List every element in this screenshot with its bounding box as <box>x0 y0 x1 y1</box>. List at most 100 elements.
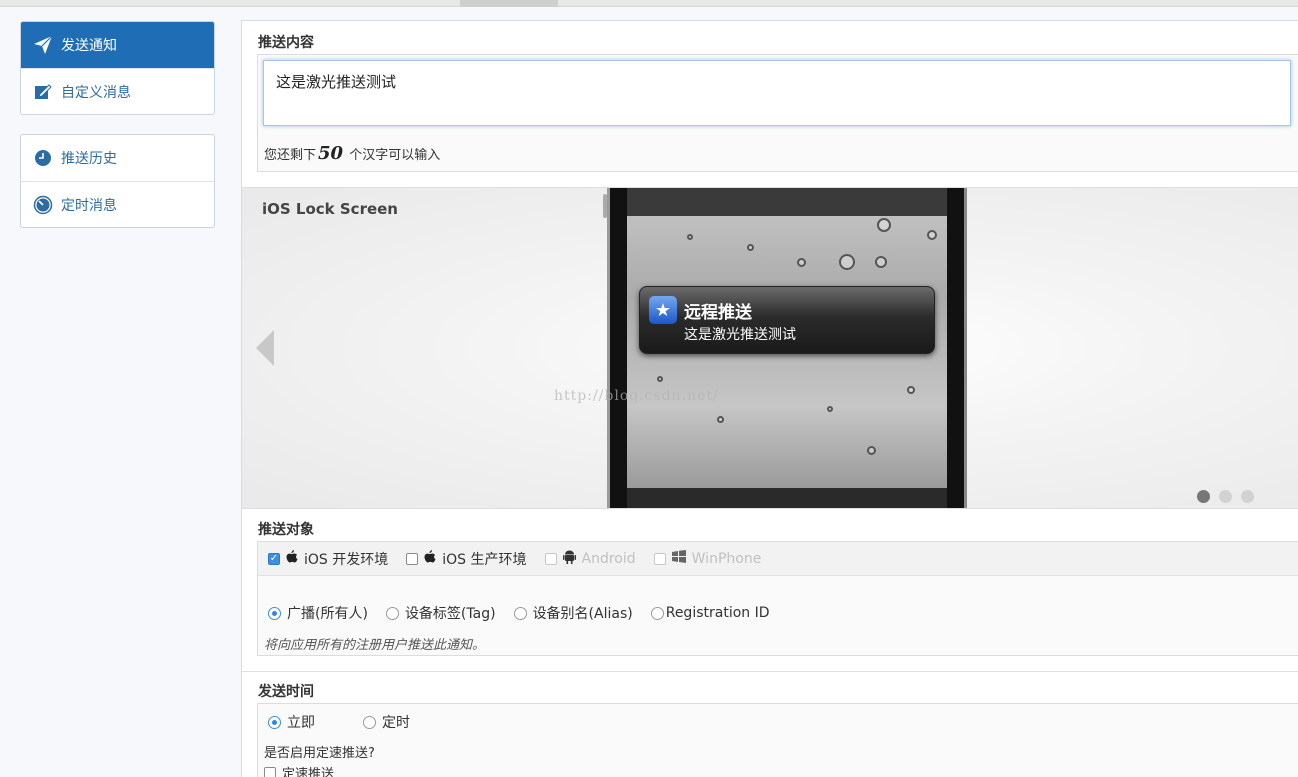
paper-plane-icon <box>33 35 53 55</box>
time-box: 立即 定时 是否启用定速推送? 定速推送 <box>257 703 1298 777</box>
audience-broadcast[interactable]: 广播(所有人) <box>268 603 368 623</box>
watermark-text: http://blog.csdn.net/ <box>554 388 719 404</box>
radio-label: 设备标签(Tag) <box>404 606 496 622</box>
page-dot-2[interactable] <box>1219 490 1232 503</box>
android-icon <box>562 550 576 568</box>
content-box: 这是激光推送测试 您还剩下 50 个汉字可以输入 <box>257 54 1298 172</box>
water-drop <box>827 406 833 412</box>
ios-dev-checkbox[interactable]: ✓ <box>268 552 280 565</box>
page-dot-3[interactable] <box>1241 490 1254 503</box>
speed-push-checkbox[interactable] <box>264 766 276 777</box>
section-divider <box>242 671 1298 672</box>
audience-radio-group: 广播(所有人) 设备标签(Tag) 设备别名(Alias) Registrati… <box>268 603 788 623</box>
speed-push-label: 定速推送 <box>282 767 335 777</box>
main-panel: 推送内容 这是激光推送测试 您还剩下 50 个汉字可以输入 iOS Lock Sc… <box>241 20 1298 777</box>
remaining-chars-text: 您还剩下 50 个汉字可以输入 <box>264 143 440 164</box>
platform-label: iOS 生产环境 <box>442 551 527 568</box>
prev-arrow-icon[interactable] <box>256 330 274 366</box>
phone-side-button <box>603 194 607 218</box>
radio-button[interactable] <box>650 606 664 620</box>
platform-winphone[interactable]: WinPhone <box>653 550 762 567</box>
time-section-title: 发送时间 <box>258 684 314 700</box>
water-drop <box>877 218 891 232</box>
remain-suffix: 个汉字可以输入 <box>349 148 441 163</box>
platform-android[interactable]: Android <box>544 550 636 568</box>
sidebar-item-label: 发送通知 <box>61 38 117 54</box>
preview-label: iOS Lock Screen <box>262 200 398 218</box>
timer-icon <box>33 195 53 215</box>
sidebar-group-history: 推送历史 定时消息 <box>20 134 215 228</box>
radio-label: 广播(所有人) <box>287 606 368 622</box>
notification-body: 这是激光推送测试 <box>684 327 796 343</box>
send-now-option[interactable]: 立即 <box>268 712 315 732</box>
radio-label: 定时 <box>382 715 410 731</box>
remain-prefix: 您还剩下 <box>264 148 317 163</box>
screen-bottom-bar <box>627 488 947 508</box>
audience-alias[interactable]: 设备别名(Alias) <box>513 603 633 623</box>
audience-registration-id[interactable]: Registration ID <box>650 605 770 621</box>
clock-icon <box>33 148 53 168</box>
sidebar-item-label: 定时消息 <box>61 197 117 214</box>
remain-count: 50 <box>318 143 344 164</box>
radio-button[interactable] <box>268 606 281 620</box>
audience-hint: 将向应用所有的注册用户推送此通知。 <box>264 638 486 653</box>
star-app-icon: ★ <box>649 296 677 324</box>
screen-top-bar <box>627 188 947 216</box>
top-bar-tab[interactable] <box>460 0 558 7</box>
target-section-title: 推送对象 <box>258 522 314 538</box>
ios-preview: iOS Lock Screen ★ 远程推送 这是激光推送测试 http://b… <box>242 187 1298 509</box>
push-notification: ★ 远程推送 这是激光推送测试 <box>639 286 935 354</box>
radio-button[interactable] <box>385 606 399 620</box>
radio-label: 设备别名(Alias) <box>532 606 633 622</box>
radio-button[interactable] <box>268 715 281 729</box>
speed-push-option[interactable]: 定速推送 <box>264 763 334 777</box>
water-drop <box>839 254 855 270</box>
water-drop <box>927 230 937 240</box>
audience-tag[interactable]: 设备标签(Tag) <box>385 603 496 623</box>
winphone-checkbox[interactable] <box>653 552 666 565</box>
platform-ios-prod[interactable]: iOS 生产环境 <box>406 549 527 569</box>
radio-button[interactable] <box>363 715 376 729</box>
apple-icon <box>424 549 436 568</box>
water-drop <box>907 386 915 394</box>
sidebar-item-label: 自定义消息 <box>61 84 131 101</box>
top-bar <box>0 0 1298 7</box>
pagination-dots <box>1197 490 1254 503</box>
sidebar-group-send: 发送通知 自定义消息 <box>20 21 215 115</box>
sidebar-item-label: 推送历史 <box>61 151 117 167</box>
push-content-textarea[interactable]: 这是激光推送测试 <box>263 60 1291 126</box>
water-drop <box>875 256 887 268</box>
platform-label: iOS 开发环境 <box>304 551 389 568</box>
ios-prod-checkbox[interactable] <box>406 552 419 565</box>
send-scheduled-option[interactable]: 定时 <box>363 712 410 732</box>
sidebar-item-custom-message[interactable]: 自定义消息 <box>21 68 214 114</box>
edit-icon <box>33 82 53 102</box>
water-drop <box>687 234 693 240</box>
target-box: ✓ iOS 开发环境 iOS 生产环境 Android WinPhone 广播(… <box>257 541 1298 656</box>
phone-frame: ★ 远程推送 这是激光推送测试 <box>603 188 967 508</box>
page-dot-1[interactable] <box>1197 490 1210 503</box>
platform-ios-dev[interactable]: ✓ iOS 开发环境 <box>268 549 388 569</box>
sidebar-item-push-history[interactable]: 推送历史 <box>21 135 214 181</box>
sidebar-item-scheduled-message[interactable]: 定时消息 <box>21 181 214 227</box>
radio-label: 立即 <box>287 715 315 731</box>
send-time-radio-group: 立即 定时 <box>268 712 458 732</box>
radio-button[interactable] <box>513 606 527 620</box>
platform-label: WinPhone <box>691 550 762 567</box>
content-section-title: 推送内容 <box>258 35 314 51</box>
platform-label: Android <box>581 550 636 567</box>
android-checkbox[interactable] <box>544 552 557 565</box>
water-drop <box>717 416 724 423</box>
windows-icon <box>671 550 686 567</box>
notification-title: 远程推送 <box>684 303 752 323</box>
sidebar-item-send-notification[interactable]: 发送通知 <box>21 22 214 68</box>
water-drop <box>867 446 876 455</box>
radio-label: Registration ID <box>665 605 770 621</box>
platform-selector: ✓ iOS 开发环境 iOS 生产环境 Android WinPhone <box>258 542 1298 576</box>
lock-screen: ★ 远程推送 这是激光推送测试 <box>627 216 947 488</box>
water-drop <box>797 258 806 267</box>
speed-question: 是否启用定速推送? <box>264 746 375 761</box>
apple-icon <box>286 549 298 568</box>
water-drop <box>657 376 663 382</box>
water-drop <box>747 244 754 251</box>
